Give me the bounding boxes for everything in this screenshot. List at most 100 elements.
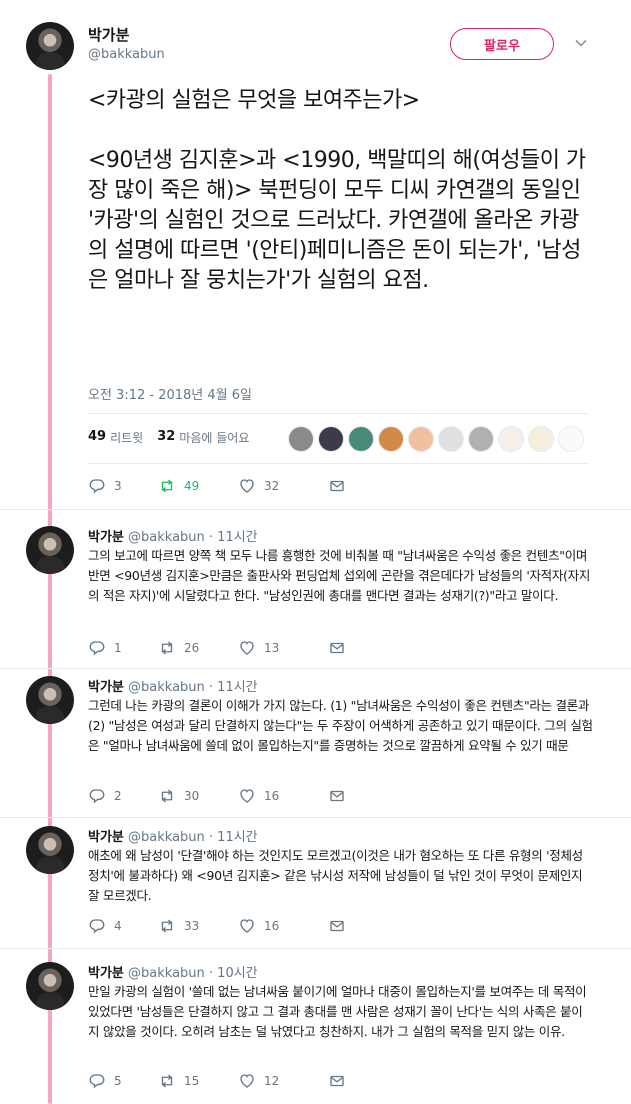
reply-handle-time[interactable]: @bakkabun · 11시간 [128, 830, 258, 845]
retweet-count: 33 [184, 919, 200, 933]
reply-author-name[interactable]: 박가분 [88, 530, 124, 545]
retweet-icon [161, 919, 173, 933]
reply-icon [89, 789, 105, 804]
liker-avatar[interactable] [378, 426, 404, 452]
reply-button[interactable]: 3 [88, 477, 158, 495]
retweet-label[interactable]: 리트윗 [110, 429, 143, 446]
reply-count: 3 [114, 479, 122, 493]
reply-actions: 5 15 12 [88, 1072, 346, 1090]
reply-handle-time[interactable]: @bakkabun · 11시간 [128, 680, 258, 695]
main-tweet-actions: 3 49 32 [88, 477, 346, 495]
tweet-timestamp[interactable]: 오전 3:12 - 2018년 4월 6일 [88, 384, 252, 403]
reply-text: 애초에 왜 남성이 '단결'해야 하는 것인지도 모르겠고(이것은 내가 혐오하… [88, 848, 583, 903]
like-button[interactable]: 32 [238, 477, 328, 495]
divider [88, 463, 588, 464]
reply-author-name[interactable]: 박가분 [88, 680, 124, 695]
retweet-icon [161, 479, 173, 493]
tweet-text: <카광의 실험은 무엇을 보여주는가> <90년생 김지훈>과 <1990, 백… [88, 88, 586, 293]
reply-icon [89, 919, 105, 934]
reply-header: 박가분 @bakkabun · 11시간 [88, 826, 258, 845]
retweet-button[interactable]: 30 [158, 787, 238, 805]
reply-count: 1 [114, 641, 122, 655]
reply-button[interactable]: 2 [88, 787, 158, 805]
liker-avatar[interactable] [528, 426, 554, 452]
like-button[interactable]: 12 [238, 1072, 328, 1090]
retweet-button[interactable]: 49 [158, 477, 238, 495]
like-count: 16 [264, 919, 280, 933]
divider [0, 668, 631, 669]
follow-button[interactable]: 팔로우 [450, 28, 554, 60]
like-count: 32 [264, 479, 280, 493]
reply-author-name[interactable]: 박가분 [88, 966, 124, 981]
direct-message-button[interactable] [328, 787, 346, 805]
heart-icon [240, 789, 254, 803]
author-avatar[interactable] [26, 22, 74, 70]
envelope-icon [330, 480, 344, 492]
retweet-button[interactable]: 15 [158, 1072, 238, 1090]
envelope-icon [330, 642, 344, 654]
reply-handle-time[interactable]: @bakkabun · 11시간 [128, 530, 258, 545]
liker-avatar[interactable] [558, 426, 584, 452]
direct-message-button[interactable] [328, 917, 346, 935]
reply-header: 박가분 @bakkabun · 10시간 [88, 962, 258, 981]
direct-message-button[interactable] [328, 477, 346, 495]
engagement-stats: 49 리트윗 32 마음에 들어요 [88, 429, 249, 446]
direct-message-button[interactable] [328, 639, 346, 657]
heart-icon [240, 919, 254, 933]
retweet-button[interactable]: 26 [158, 639, 238, 657]
reply-button[interactable]: 1 [88, 639, 158, 657]
reply-avatar[interactable] [26, 826, 74, 874]
reply-actions: 4 33 16 [88, 917, 346, 935]
like-button[interactable]: 16 [238, 787, 328, 805]
reply-count: 5 [114, 1074, 122, 1088]
liker-avatar[interactable] [468, 426, 494, 452]
retweet-icon [161, 789, 173, 803]
liker-avatar[interactable] [288, 426, 314, 452]
retweet-icon [161, 641, 173, 655]
retweet-count: 15 [184, 1074, 200, 1088]
liker-avatar[interactable] [438, 426, 464, 452]
like-button[interactable]: 16 [238, 917, 328, 935]
retweet-button[interactable]: 33 [158, 917, 238, 935]
reply-header: 박가분 @bakkabun · 11시간 [88, 676, 258, 695]
like-count[interactable]: 32 [157, 429, 175, 446]
author-name[interactable]: 박가분 [88, 24, 129, 45]
reply-handle-time[interactable]: @bakkabun · 10시간 [128, 966, 258, 981]
reply-text: 그런데 나는 카광의 결론이 이해가 가지 않는다. (1) "남녀싸움은 수익… [88, 698, 593, 753]
reply-icon [89, 1074, 105, 1089]
like-count: 16 [264, 789, 280, 803]
direct-message-button[interactable] [328, 1072, 346, 1090]
chevron-down-icon[interactable] [574, 36, 588, 50]
retweet-count[interactable]: 49 [88, 429, 106, 446]
divider [88, 413, 588, 414]
like-button[interactable]: 13 [238, 639, 328, 657]
liker-avatar[interactable] [408, 426, 434, 452]
reply-actions: 2 30 16 [88, 787, 346, 805]
like-label[interactable]: 마음에 들어요 [179, 429, 249, 446]
thread-line [48, 74, 52, 1104]
envelope-icon [330, 1075, 344, 1087]
author-handle[interactable]: @bakkabun [88, 47, 165, 62]
liker-avatar[interactable] [498, 426, 524, 452]
reply-icon [89, 479, 105, 494]
envelope-icon [330, 920, 344, 932]
reply-button[interactable]: 4 [88, 917, 158, 935]
reply-avatar[interactable] [26, 676, 74, 724]
reply-count: 4 [114, 919, 122, 933]
reply-button[interactable]: 5 [88, 1072, 158, 1090]
reply-text: 만일 카광의 실험이 '쓸데 없는 남녀싸움 붙이기에 얼마나 대중이 몰입하는… [88, 984, 587, 1039]
reply-author-name[interactable]: 박가분 [88, 830, 124, 845]
reply-icon [89, 641, 105, 656]
reply-avatar[interactable] [26, 962, 74, 1010]
like-count: 13 [264, 641, 280, 655]
reply-avatar[interactable] [26, 526, 74, 574]
heart-icon [240, 479, 254, 493]
retweet-icon [161, 1074, 173, 1088]
like-count: 12 [264, 1074, 280, 1088]
divider [0, 948, 631, 949]
liker-avatars [288, 426, 584, 452]
envelope-icon [330, 790, 344, 802]
liker-avatar[interactable] [348, 426, 374, 452]
liker-avatar[interactable] [318, 426, 344, 452]
reply-text: 그의 보고에 따르면 양쪽 책 모두 나름 흥행한 것에 비춰볼 때 "남녀싸움… [88, 548, 591, 603]
